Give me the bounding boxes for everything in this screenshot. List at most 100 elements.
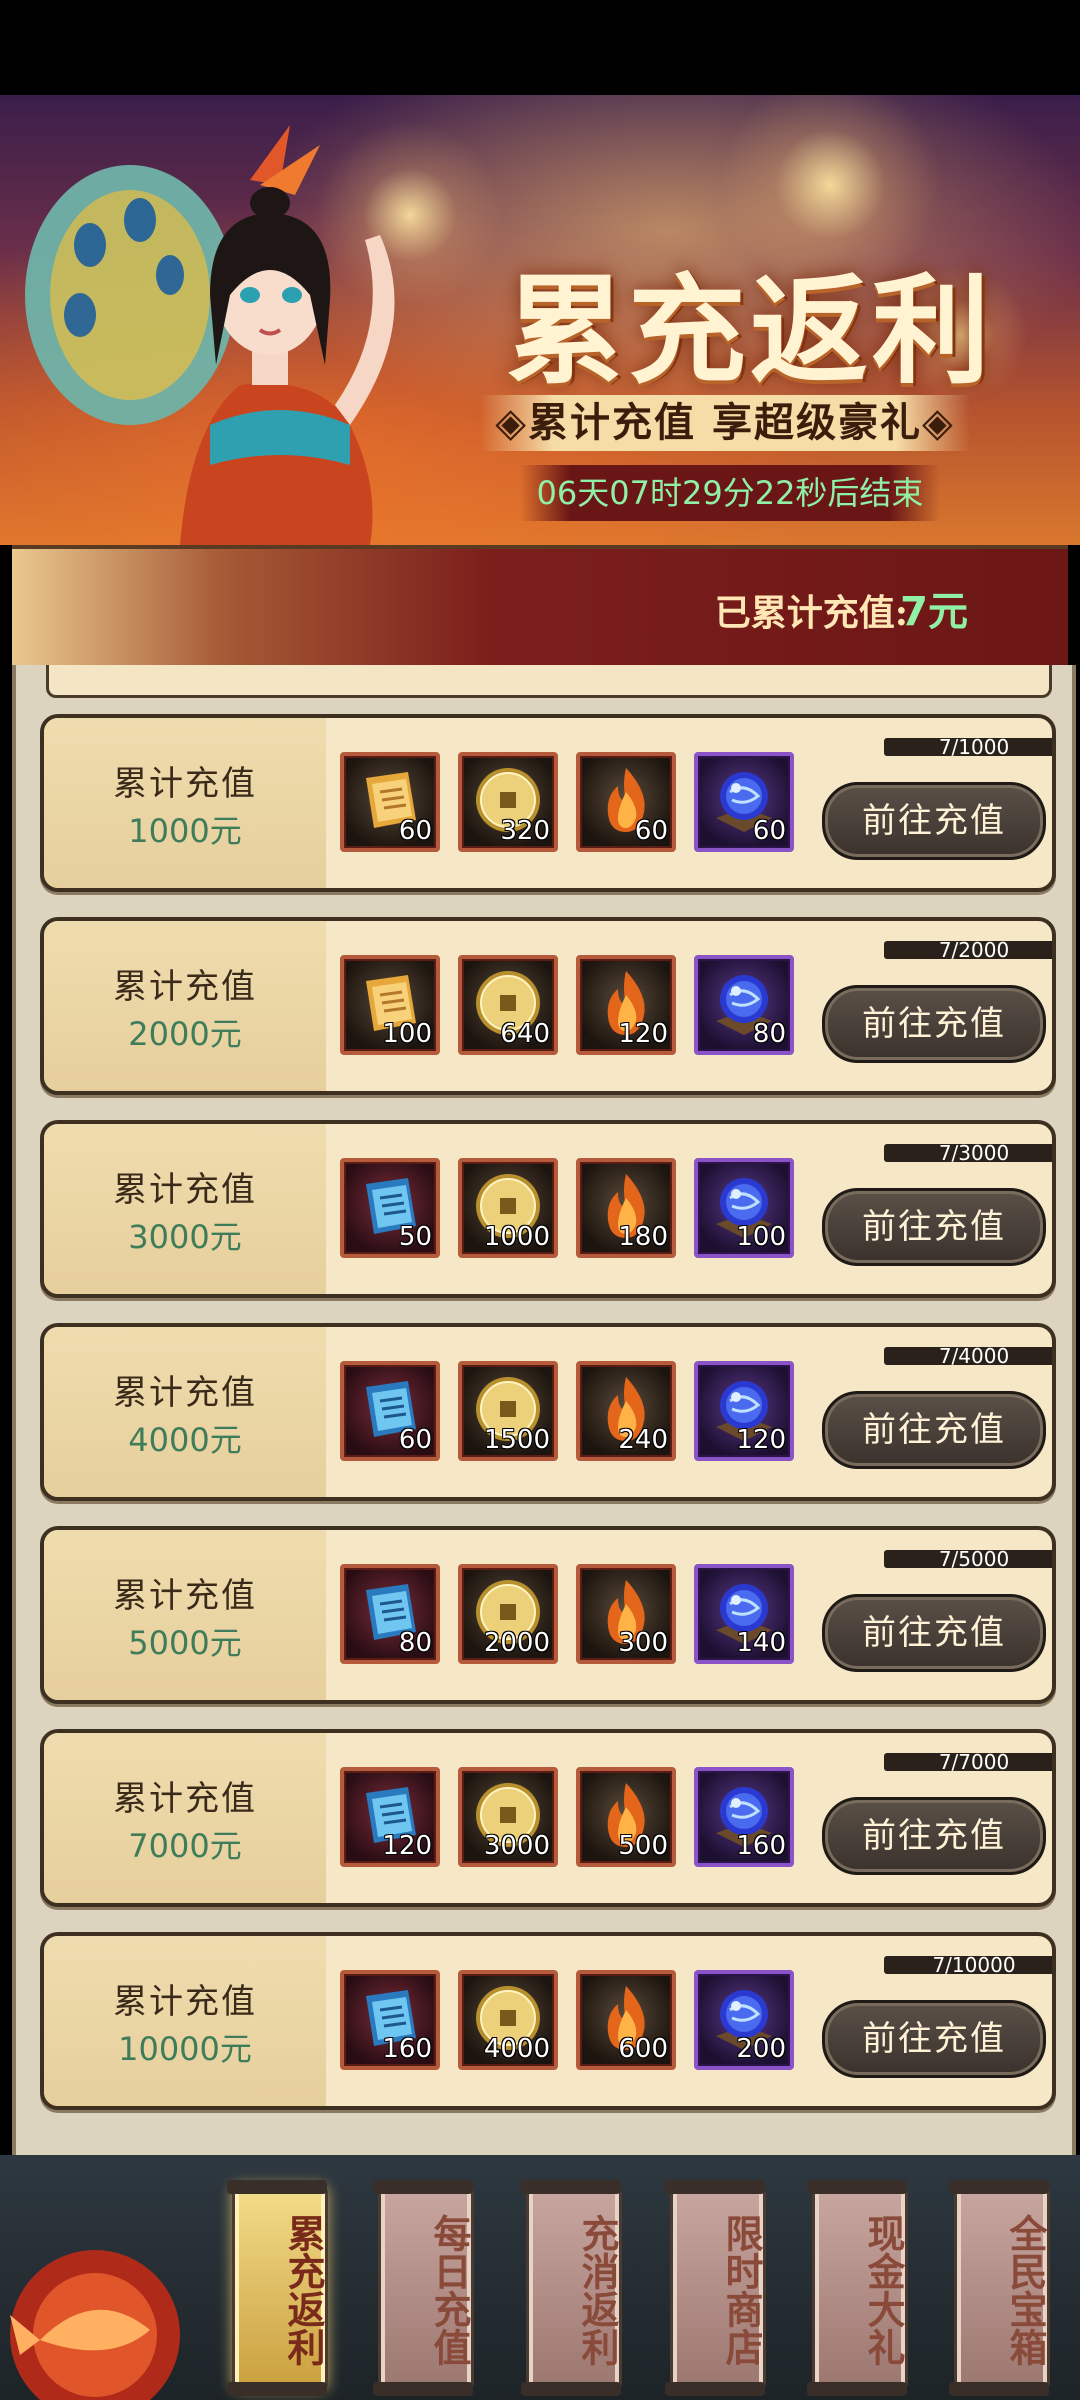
tier-requirement: 累计充值 7000元	[44, 1733, 326, 1903]
reward-item[interactable]: 200	[694, 1970, 794, 2070]
reward-count: 240	[618, 1425, 668, 1455]
tier-amount: 1000元	[128, 812, 242, 850]
tier-card-body: 累计充值 1000元 7/1000 前往充值 60 320 60 60	[40, 714, 1056, 892]
reward-item[interactable]: 500	[576, 1767, 676, 1867]
tab-cap-top	[521, 2180, 621, 2194]
tier-card-body: 累计充值 4000元 7/4000 前往充值 60 1500 240 120	[40, 1323, 1056, 1501]
nav-tab-4[interactable]: 限时商店	[665, 2180, 766, 2396]
nav-tab-label: 充消返利	[575, 2214, 620, 2366]
reward-item[interactable]: 140	[694, 1564, 794, 1664]
fish-emblem-icon	[10, 2250, 180, 2400]
tier-card: 累计充值 2000元 7/2000 前往充值 100 640 120 80	[24, 913, 1064, 1095]
reward-item[interactable]: 120	[340, 1767, 440, 1867]
reward-item[interactable]: 60	[340, 1361, 440, 1461]
go-recharge-button[interactable]: 前往充值	[822, 1391, 1046, 1469]
nav-tab-3[interactable]: 充消返利	[521, 2180, 622, 2396]
tier-card: 累计充值 7000元 7/7000 前往充值 120 3000 500 160	[24, 1725, 1064, 1907]
reward-count: 60	[398, 1425, 432, 1455]
reward-count: 3000	[483, 1831, 550, 1861]
tier-card: 累计充值 5000元 7/5000 前往充值 80 2000 300 140	[24, 1522, 1064, 1704]
reward-item[interactable]: 3000	[458, 1767, 558, 1867]
go-recharge-button[interactable]: 前往充值	[822, 985, 1046, 1063]
tier-requirement: 累计充值 10000元	[44, 1936, 326, 2106]
tier-requirement: 累计充值 3000元	[44, 1124, 326, 1294]
reward-count: 50	[398, 1222, 432, 1252]
tier-list[interactable]: 累计充值 1000元 7/1000 前往充值 60 320 60 60 累计充值 20…	[12, 665, 1076, 2161]
reward-item[interactable]: 1000	[458, 1158, 558, 1258]
nav-tab-1[interactable]: 累充返利	[227, 2180, 328, 2396]
tier-amount: 5000元	[128, 1624, 242, 1662]
nav-tab-label: 现金大礼	[861, 2214, 906, 2366]
tier-requirement: 累计充值 5000元	[44, 1530, 326, 1700]
reward-count: 4000	[483, 2034, 550, 2064]
reward-count: 100	[736, 1222, 786, 1252]
reward-count: 80	[398, 1628, 432, 1658]
go-recharge-button[interactable]: 前往充值	[822, 782, 1046, 860]
go-recharge-button[interactable]: 前往充值	[822, 1594, 1046, 1672]
reward-item[interactable]: 320	[458, 752, 558, 852]
tab-cap-top	[949, 2180, 1049, 2194]
reward-item[interactable]: 120	[576, 955, 676, 1055]
tier-label: 累计充值	[113, 1576, 257, 1616]
reward-count: 320	[500, 816, 550, 846]
reward-item[interactable]: 300	[576, 1564, 676, 1664]
reward-item[interactable]: 240	[576, 1361, 676, 1461]
tier-card: 累计充值 3000元 7/3000 前往充值 50 1000 180 100	[24, 1116, 1064, 1298]
tier-label: 累计充值	[113, 1779, 257, 1819]
tier-label: 累计充值	[113, 967, 257, 1007]
reward-item[interactable]: 2000	[458, 1564, 558, 1664]
reward-item[interactable]: 600	[576, 1970, 676, 2070]
tier-progress: 7/4000	[884, 1346, 1052, 1366]
reward-count: 120	[382, 1831, 432, 1861]
nav-tab-6[interactable]: 全民宝箱	[949, 2180, 1050, 2396]
tab-cap-top	[227, 2180, 327, 2194]
reward-item[interactable]: 4000	[458, 1970, 558, 2070]
reward-item[interactable]: 60	[576, 752, 676, 852]
reward-count: 120	[618, 1019, 668, 1049]
reward-item[interactable]: 50	[340, 1158, 440, 1258]
tier-progress: 7/3000	[884, 1143, 1052, 1163]
tier-amount: 3000元	[128, 1218, 242, 1256]
tier-progress: 7/2000	[884, 940, 1052, 960]
reward-count: 140	[736, 1628, 786, 1658]
go-recharge-button[interactable]: 前往充值	[822, 1797, 1046, 1875]
character-illustration	[25, 125, 395, 545]
reward-count: 2000	[483, 1628, 550, 1658]
nav-tab-label: 每日充值	[427, 2214, 472, 2366]
tier-amount: 4000元	[128, 1421, 242, 1459]
reward-count: 120	[736, 1425, 786, 1455]
bottom-tab-bar: 累充返利 每日充值 充消返利 限时商店 现金大礼 全民宝箱	[0, 2155, 1080, 2400]
tier-card: 累计充值 1000元 7/1000 前往充值 60 320 60 60	[24, 710, 1064, 892]
accumulated-value: 7元	[900, 589, 968, 635]
tab-cap-bottom	[949, 2382, 1049, 2396]
reward-item[interactable]: 60	[694, 752, 794, 852]
reward-count: 200	[736, 2034, 786, 2064]
tab-cap-bottom	[521, 2382, 621, 2396]
banner-subtitle: ◈累计充值 享超级豪礼◈	[480, 395, 970, 451]
reward-item[interactable]: 1500	[458, 1361, 558, 1461]
tier-amount: 7000元	[128, 1827, 242, 1865]
reward-item[interactable]: 80	[340, 1564, 440, 1664]
tier-card: 累计充值 10000元 7/10000 前往充值 160 4000 600 200	[24, 1928, 1064, 2110]
reward-item[interactable]: 100	[340, 955, 440, 1055]
reward-item[interactable]: 180	[576, 1158, 676, 1258]
nav-tab-2[interactable]: 每日充值	[373, 2180, 474, 2396]
reward-item[interactable]: 120	[694, 1361, 794, 1461]
reward-item[interactable]: 640	[458, 955, 558, 1055]
reward-count: 60	[634, 816, 668, 846]
reward-item[interactable]: 100	[694, 1158, 794, 1258]
reward-item[interactable]: 160	[694, 1767, 794, 1867]
tier-card-body: 累计充值 2000元 7/2000 前往充值 100 640 120 80	[40, 917, 1056, 1095]
reward-count: 160	[382, 2034, 432, 2064]
tier-label: 累计充值	[113, 1373, 257, 1413]
go-recharge-button[interactable]: 前往充值	[822, 1188, 1046, 1266]
tab-cap-bottom	[665, 2382, 765, 2396]
reward-count: 100	[382, 1019, 432, 1049]
reward-count: 180	[618, 1222, 668, 1252]
go-recharge-button[interactable]: 前往充值	[822, 2000, 1046, 2078]
reward-item[interactable]: 80	[694, 955, 794, 1055]
reward-item[interactable]: 160	[340, 1970, 440, 2070]
nav-tab-5[interactable]: 现金大礼	[807, 2180, 908, 2396]
tier-requirement: 累计充值 2000元	[44, 921, 326, 1091]
reward-item[interactable]: 60	[340, 752, 440, 852]
